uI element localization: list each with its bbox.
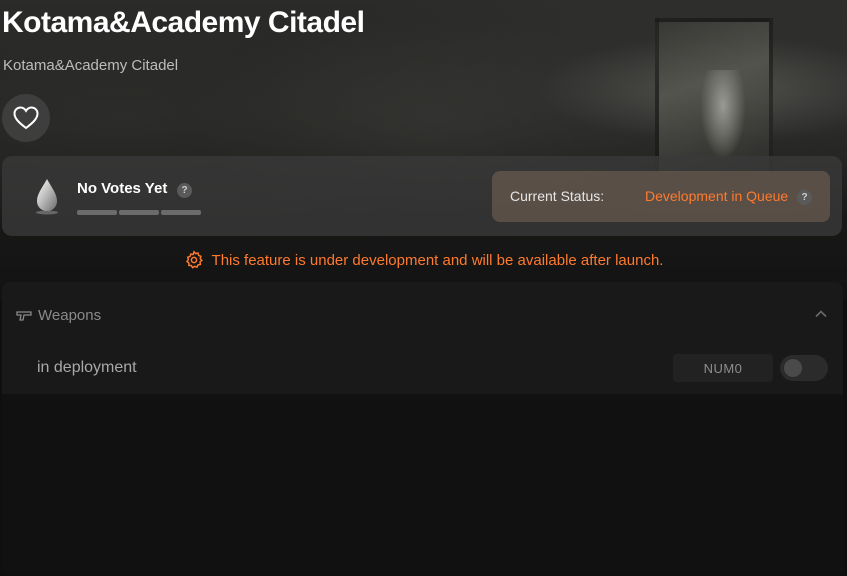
heart-icon — [13, 106, 39, 130]
page-subtitle: Kotama&Academy Citadel — [3, 57, 179, 74]
votes-help-icon[interactable]: ? — [177, 183, 192, 198]
status-value: Development in Queue — [645, 188, 789, 204]
status-help-icon[interactable]: ? — [797, 190, 812, 205]
background-figure — [700, 70, 746, 160]
deployment-row-label: in deployment — [37, 359, 137, 376]
weapons-header-label: Weapons — [38, 307, 102, 324]
votes-label: No Votes Yet — [77, 180, 168, 197]
number-badge: NUM0 — [673, 354, 773, 382]
vote-status-card: No Votes Yet ? Current Status: Developme… — [2, 156, 842, 236]
gear-warning-icon — [185, 250, 203, 269]
vote-bar — [161, 210, 201, 215]
vote-bar — [119, 210, 159, 215]
vote-bar — [77, 210, 117, 215]
weapons-section-header[interactable]: Weapons — [16, 307, 101, 324]
deployment-toggle[interactable] — [780, 355, 828, 381]
status-label: Current Status: — [510, 188, 605, 204]
development-notice: This feature is under development and wi… — [0, 248, 847, 272]
development-notice-text: This feature is under development and wi… — [211, 251, 664, 269]
vote-progress-bars — [77, 210, 201, 215]
weapons-panel: Weapons in deployment NUM0 — [2, 282, 843, 572]
favorite-button[interactable] — [2, 94, 50, 142]
toggle-knob — [784, 359, 802, 377]
gun-icon — [16, 310, 32, 321]
weapons-section: Weapons in deployment NUM0 — [2, 282, 843, 394]
page-title: Kotama&Academy Citadel — [2, 6, 365, 39]
droplet-icon — [36, 179, 58, 215]
current-status-box: Current Status: Development in Queue ? — [492, 171, 830, 222]
chevron-up-icon[interactable] — [814, 309, 828, 319]
